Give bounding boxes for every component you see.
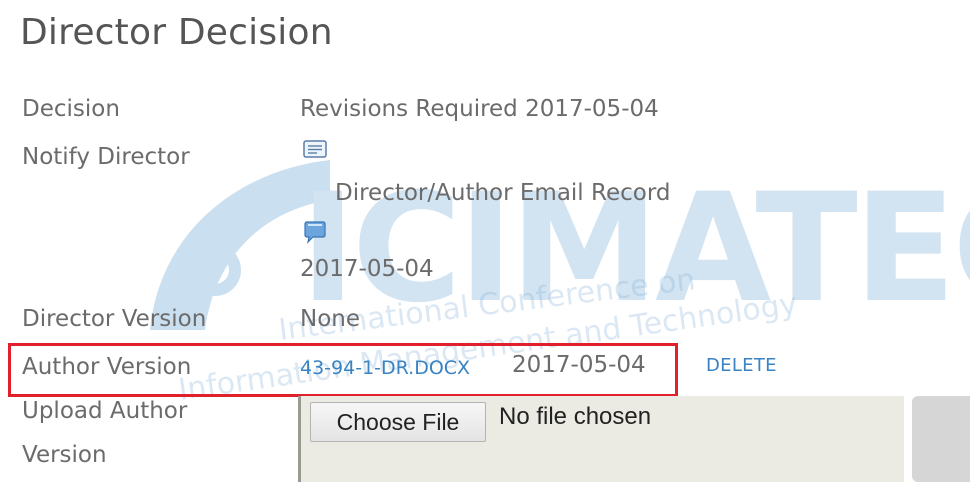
author-version-label: Author Version (22, 354, 192, 380)
author-version-file-link[interactable]: 43-94-1-DR.DOCX (300, 357, 470, 379)
upload-author-version-label-line1: Upload Author (22, 398, 188, 424)
speech-bubble-icon[interactable] (302, 220, 328, 246)
upload-author-version-label-line2: Version (22, 442, 107, 468)
choose-file-button[interactable]: Choose File (310, 402, 486, 442)
email-record-link[interactable]: Director/Author Email Record (335, 180, 670, 206)
notify-date: 2017-05-04 (300, 256, 434, 282)
decision-value: Revisions Required 2017-05-04 (300, 96, 659, 122)
page-title: Director Decision (20, 12, 333, 53)
director-version-value: None (300, 306, 361, 332)
file-status-text: No file chosen (499, 403, 652, 430)
delete-button[interactable]: DELETE (706, 355, 777, 376)
director-version-label: Director Version (22, 306, 207, 332)
author-version-date: 2017-05-04 (512, 352, 646, 378)
upload-button[interactable] (912, 396, 970, 482)
decision-label: Decision (22, 96, 120, 122)
notify-director-label: Notify Director (22, 144, 190, 170)
envelope-icon[interactable] (303, 140, 327, 158)
